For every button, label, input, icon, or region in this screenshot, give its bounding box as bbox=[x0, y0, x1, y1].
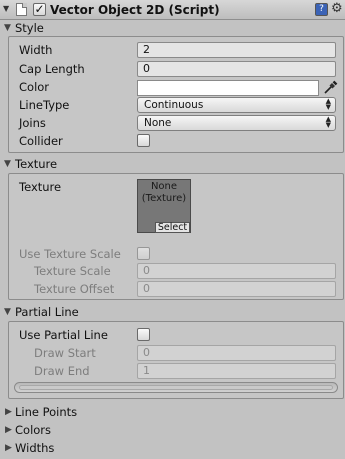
linetype-label: LineType bbox=[19, 98, 70, 112]
joins-label: Joins bbox=[19, 116, 46, 130]
partial-line-section-label[interactable]: Partial Line bbox=[15, 305, 79, 319]
texture-offset-field[interactable]: 0 bbox=[137, 281, 336, 297]
gear-icon[interactable]: ⚙ bbox=[331, 2, 343, 15]
use-texture-scale-label: Use Texture Scale bbox=[19, 247, 121, 261]
draw-end-label: Draw End bbox=[34, 364, 90, 378]
colors-foldout-arrow-icon[interactable]: ▶ bbox=[5, 425, 12, 435]
widths-foldout-arrow-icon[interactable]: ▶ bbox=[5, 443, 12, 453]
partial-line-foldout-arrow-icon[interactable]: ▼ bbox=[4, 307, 11, 317]
collider-label: Collider bbox=[19, 134, 63, 148]
joins-value: None bbox=[144, 117, 172, 129]
range-slider-thumb[interactable] bbox=[19, 385, 333, 390]
draw-start-field[interactable]: 0 bbox=[137, 345, 336, 361]
cap-length-field[interactable]: 0 bbox=[137, 61, 336, 77]
texture-none-line2: (Texture) bbox=[141, 193, 187, 204]
component-enabled-checkbox[interactable]: ✓ bbox=[33, 3, 46, 16]
draw-end-field[interactable]: 1 bbox=[137, 363, 336, 379]
width-label: Width bbox=[19, 43, 53, 57]
cap-length-label: Cap Length bbox=[19, 62, 85, 76]
texture-scale-field[interactable]: 0 bbox=[137, 263, 336, 279]
checkmark-icon: ✓ bbox=[34, 2, 45, 16]
joins-dropdown[interactable]: None ▲ ▼ bbox=[137, 115, 336, 131]
width-field[interactable]: 2 bbox=[137, 42, 336, 58]
texture-scale-label: Texture Scale bbox=[34, 264, 111, 278]
eyedropper-icon[interactable] bbox=[323, 79, 339, 95]
line-points-foldout-arrow-icon[interactable]: ▶ bbox=[5, 407, 12, 417]
texture-label: Texture bbox=[19, 180, 62, 194]
partial-line-range-slider[interactable] bbox=[14, 382, 338, 393]
linetype-dropdown[interactable]: Continuous ▲ ▼ bbox=[137, 97, 336, 113]
texture-none-line1: None bbox=[150, 181, 178, 192]
component-title: Vector Object 2D (Script) bbox=[50, 3, 220, 17]
texture-offset-label: Texture Offset bbox=[34, 282, 115, 296]
use-texture-scale-checkbox[interactable] bbox=[137, 247, 150, 260]
texture-section-label[interactable]: Texture bbox=[15, 157, 57, 171]
color-swatch-field[interactable] bbox=[137, 80, 319, 96]
use-partial-line-checkbox[interactable] bbox=[137, 328, 150, 341]
line-points-section-label[interactable]: Line Points bbox=[15, 405, 77, 419]
widths-section-label[interactable]: Widths bbox=[15, 441, 54, 455]
linetype-value: Continuous bbox=[144, 99, 204, 111]
collider-checkbox[interactable] bbox=[137, 134, 150, 147]
draw-start-label: Draw Start bbox=[34, 346, 96, 360]
help-book-icon[interactable]: ? bbox=[315, 3, 328, 16]
color-label: Color bbox=[19, 80, 50, 94]
use-partial-line-label: Use Partial Line bbox=[19, 328, 108, 342]
style-section-label[interactable]: Style bbox=[15, 21, 44, 35]
header-fold-icon[interactable]: ▼ bbox=[3, 4, 9, 13]
style-foldout-arrow-icon[interactable]: ▼ bbox=[4, 23, 11, 33]
colors-section-label[interactable]: Colors bbox=[15, 423, 51, 437]
dropdown-arrows-icon: ▲ ▼ bbox=[325, 115, 331, 129]
script-document-icon bbox=[16, 3, 27, 16]
texture-select-button[interactable]: Select bbox=[155, 222, 190, 233]
texture-foldout-arrow-icon[interactable]: ▼ bbox=[4, 159, 11, 169]
dropdown-arrows-icon: ▲ ▼ bbox=[325, 97, 331, 111]
